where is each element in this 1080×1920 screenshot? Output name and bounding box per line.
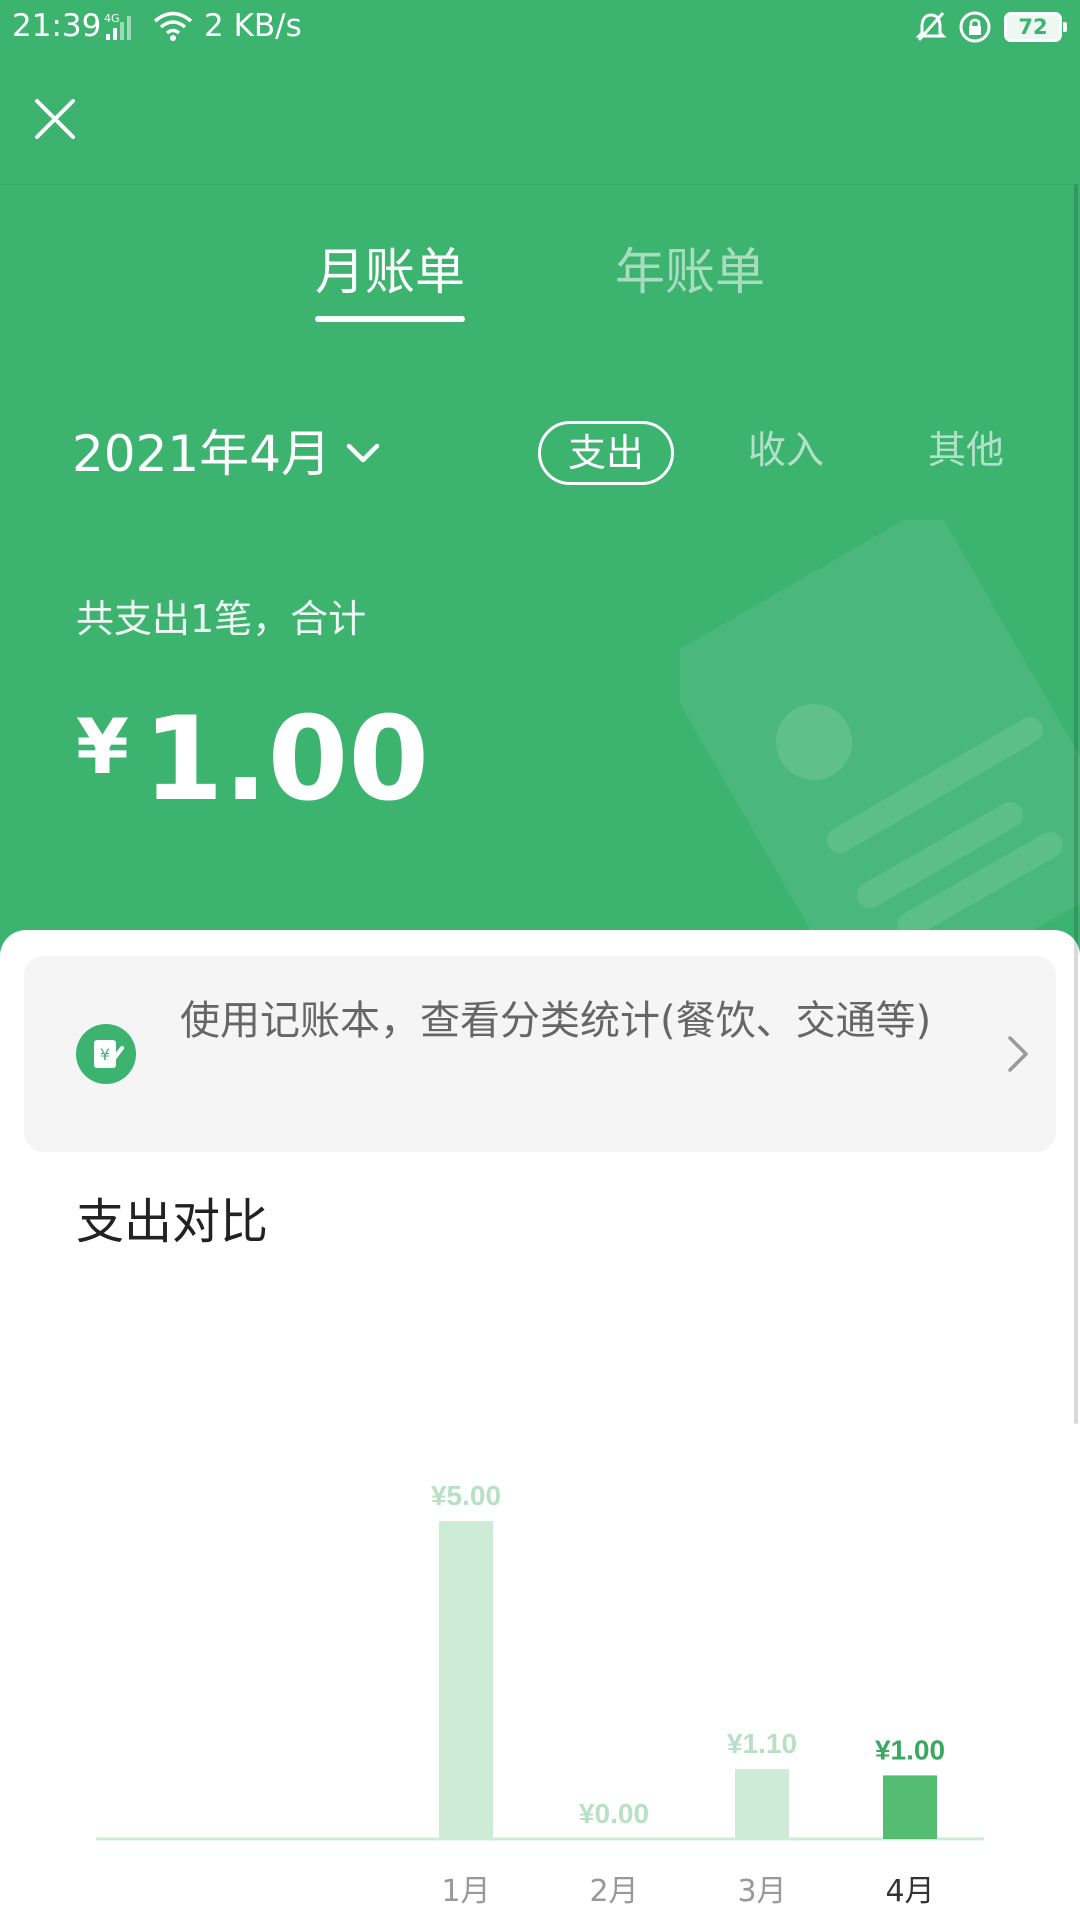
expense-comparison-chart: ¥5.00 1月 ¥0.00 2月 ¥1.10 3月 ¥1.00 4月: [96, 1480, 984, 1909]
section-title: 支出对比: [76, 1194, 269, 1250]
chart-value-label: ¥1.10: [727, 1728, 797, 1759]
battery-icon: 72: [1004, 12, 1067, 42]
month-picker-label: 2021年4月: [72, 425, 332, 483]
close-icon[interactable]: [24, 88, 86, 150]
tab-active-indicator: [315, 316, 465, 322]
total-amount: ¥1.00: [76, 692, 429, 827]
signal-icon: 4G: [104, 10, 144, 50]
rotation-lock-icon: [958, 10, 992, 52]
chevron-down-icon: [346, 443, 380, 463]
chart-bar[interactable]: [883, 1775, 937, 1839]
chevron-right-icon: [1008, 1036, 1028, 1072]
month-picker[interactable]: 2021年4月: [72, 420, 381, 483]
currency-symbol: ¥: [76, 702, 129, 791]
ledger-icon: ¥: [76, 1024, 136, 1084]
chart-value-label: ¥0.00: [579, 1798, 649, 1829]
bill-watermark-icon: [680, 520, 1080, 940]
amount-value: 1.00: [142, 692, 430, 827]
chart-value-label: ¥1.00: [875, 1734, 945, 1765]
chart-category-label[interactable]: 3月: [737, 1874, 786, 1909]
expense-summary-text: 共支出1笔，合计: [76, 597, 367, 641]
chart-bar[interactable]: [735, 1769, 789, 1839]
wifi-icon: [152, 10, 194, 50]
tab-yearly-bill[interactable]: 年账单: [600, 232, 780, 304]
chart-category-label[interactable]: 2月: [589, 1874, 638, 1909]
network-speed: 2 KB/s: [204, 8, 302, 44]
svg-text:¥: ¥: [100, 1045, 110, 1064]
status-time: 21:39: [12, 8, 102, 44]
close-button[interactable]: [24, 88, 86, 150]
scrollbar[interactable]: [1074, 184, 1078, 1424]
filter-other-button[interactable]: 其他: [918, 421, 1014, 485]
promo-text: 使用记账本，查看分类统计(餐饮、交通等): [180, 998, 932, 1044]
chart-category-label[interactable]: 1月: [441, 1874, 490, 1909]
filter-expense-button[interactable]: 支出: [538, 421, 674, 485]
chart-category-label[interactable]: 4月: [885, 1874, 934, 1909]
status-bar: 21:39 4G 2 KB/s 72: [0, 0, 1080, 54]
filter-income-button[interactable]: 收入: [738, 421, 834, 485]
network-type-label: 4G: [104, 12, 120, 25]
alarm-off-icon: [914, 10, 948, 52]
tab-monthly-bill[interactable]: 月账单: [300, 232, 480, 304]
header-divider: [0, 184, 1080, 185]
chart-bar[interactable]: [439, 1521, 493, 1839]
ledger-promo-card[interactable]: ¥ 使用记账本，查看分类统计(餐饮、交通等): [24, 956, 1056, 1152]
chart-value-label: ¥5.00: [431, 1480, 501, 1511]
